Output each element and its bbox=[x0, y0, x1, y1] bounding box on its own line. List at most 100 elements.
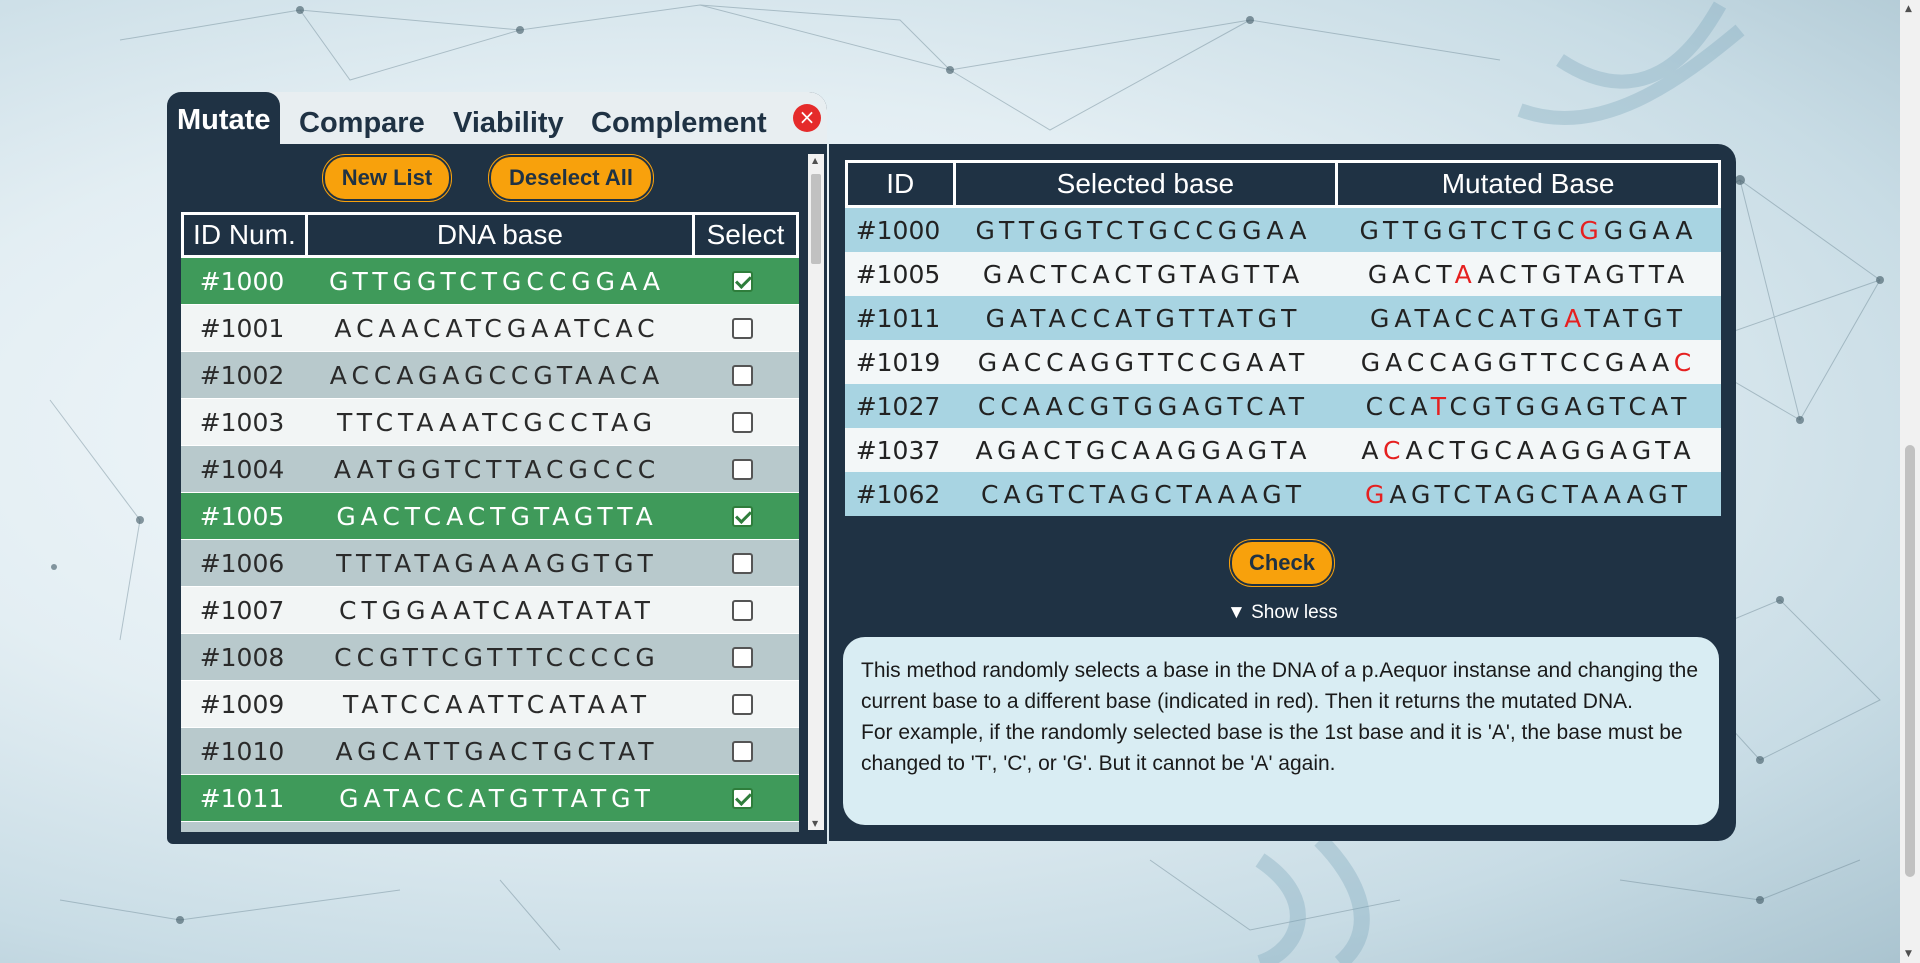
mutated-base-highlight: C bbox=[1383, 435, 1406, 465]
select-checkbox[interactable] bbox=[731, 364, 753, 386]
mutated-base-highlight: C bbox=[1673, 347, 1697, 377]
mutation-row: #1027 CCAACGTGGAGTCAT CCATCGTGGAGTCAT bbox=[845, 384, 1721, 428]
dna-list-row[interactable]: #1008 CCGTTCGTTTCCCCG bbox=[181, 634, 799, 681]
mutation-row-id: #1019 bbox=[855, 347, 941, 377]
list-scroll-down-icon[interactable]: ▼ bbox=[812, 819, 818, 828]
dna-list-row[interactable]: #1010 AGCATTGACTGCTAT bbox=[181, 728, 799, 775]
mutation-row-id: #1011 bbox=[855, 303, 941, 333]
row-dna-base: GACTCACTGTAGTTA bbox=[336, 501, 658, 531]
row-id: #1008 bbox=[199, 642, 285, 672]
dna-list-row[interactable]: #1003 TTCTAAATCGCCTAG bbox=[181, 399, 799, 446]
row-dna-base: TTTATAGAAAGGTGT bbox=[336, 548, 658, 578]
dna-list-row[interactable]: #1009 TATCCAATTCATAAT bbox=[181, 681, 799, 728]
select-checkbox[interactable] bbox=[731, 740, 753, 762]
row-select-cell bbox=[691, 552, 793, 574]
show-less-toggle[interactable]: ▼ Show less bbox=[1227, 602, 1338, 624]
column-header-id: ID Num. bbox=[184, 215, 308, 255]
mutated-base-highlight: G bbox=[1364, 479, 1390, 509]
dna-list-row[interactable]: #1007 CTGGAATCAATATAT bbox=[181, 587, 799, 634]
row-dna-base: ACAACATCGAATCAC bbox=[334, 313, 660, 343]
row-select-cell bbox=[691, 270, 793, 292]
row-select-cell bbox=[691, 505, 793, 527]
row-select-cell bbox=[691, 317, 793, 339]
mutation-row: #1011 GATACCATGTTATGT GATACCATGATATGT bbox=[845, 296, 1721, 340]
dna-list-row[interactable]: #1004 AATGGTCTTACGCCC bbox=[181, 446, 799, 493]
mutation-row-id: #1005 bbox=[855, 259, 941, 289]
row-dna-base: GATACCATGTTATGT bbox=[339, 783, 655, 813]
select-checkbox[interactable] bbox=[731, 552, 753, 574]
tab-mutate[interactable]: Mutate bbox=[167, 92, 281, 144]
mutated-base: GTTGGTCTGCGGGAA bbox=[1359, 215, 1698, 245]
dna-list-row[interactable]: #1000 GTTGGTCTGCCGGAA bbox=[181, 258, 799, 305]
row-dna-base: CTGGAATCAATATAT bbox=[339, 595, 655, 625]
select-checkbox[interactable] bbox=[731, 693, 753, 715]
dna-list-row[interactable]: #1012GACGCAGCACAATAC bbox=[181, 822, 799, 832]
tab-compare[interactable]: Compare bbox=[299, 102, 425, 144]
row-select-cell bbox=[691, 693, 793, 715]
scroll-up-icon[interactable]: ▲ bbox=[1905, 4, 1912, 14]
select-checkbox[interactable] bbox=[731, 646, 753, 668]
row-dna-base: ACCAGAGCCGTAACA bbox=[329, 360, 665, 390]
close-icon[interactable]: × bbox=[793, 104, 821, 132]
row-dna-base: GTTGGTCTGCCGGAA bbox=[329, 266, 665, 296]
mutation-row: #1062 CAGTCTAGCTAAAGT GAGTCTAGCTAAAGT bbox=[845, 472, 1721, 516]
mutated-base: CCATCGTGGAGTCAT bbox=[1365, 391, 1692, 421]
dna-list-row[interactable]: #1002 ACCAGAGCCGTAACA bbox=[181, 352, 799, 399]
select-checkbox[interactable] bbox=[731, 505, 753, 527]
page-scrollbar[interactable]: ▲ ▼ bbox=[1900, 0, 1920, 963]
select-checkbox[interactable] bbox=[731, 458, 753, 480]
select-checkbox[interactable] bbox=[731, 599, 753, 621]
select-checkbox[interactable] bbox=[731, 270, 753, 292]
mutated-base: GACTAACTGTAGTTA bbox=[1367, 259, 1690, 289]
dna-list-header: ID Num. DNA base Select bbox=[181, 212, 799, 258]
row-select-cell bbox=[691, 740, 793, 762]
mutated-base: GACCAGGTTCCGAAC bbox=[1360, 347, 1697, 377]
deselect-all-button[interactable]: Deselect All bbox=[489, 155, 653, 201]
tab-viability[interactable]: Viability bbox=[453, 102, 564, 144]
row-select-cell bbox=[691, 364, 793, 386]
mutation-row-id: #1062 bbox=[855, 479, 941, 509]
mutated-base-highlight: A bbox=[1454, 259, 1478, 289]
dna-list-body: #1000 GTTGGTCTGCCGGAA #1001 ACAACATCGAATCAC… bbox=[181, 258, 799, 832]
tab-complement[interactable]: Complement bbox=[591, 102, 767, 144]
mutation-table-header: ID Selected base Mutated Base bbox=[845, 160, 1721, 208]
row-id: #1011 bbox=[199, 783, 285, 813]
check-button[interactable]: Check bbox=[1230, 540, 1334, 586]
row-dna-base: TTCTAAATCGCCTAG bbox=[336, 407, 658, 437]
select-checkbox[interactable] bbox=[731, 787, 753, 809]
scroll-down-icon[interactable]: ▼ bbox=[1905, 949, 1912, 959]
row-id: #1000 bbox=[199, 266, 285, 296]
dna-list-row[interactable]: #1006 TTTATAGAAAGGTGT bbox=[181, 540, 799, 587]
tab-bar: Mutate Compare Viability Complement × bbox=[167, 92, 827, 144]
row-dna-base: GACGCAGCACAATAC bbox=[303, 831, 691, 833]
row-id: #1010 bbox=[199, 736, 285, 766]
mutated-base: GAGTCTAGCTAAAGT bbox=[1364, 479, 1693, 509]
list-scroll-up-icon[interactable]: ▲ bbox=[812, 156, 818, 165]
row-select-cell bbox=[691, 646, 793, 668]
row-dna-base: TATCCAATTCATAAT bbox=[343, 689, 651, 719]
description-paragraph-2: For example, if the randomly selected ba… bbox=[861, 721, 1683, 775]
list-scrollbar-thumb[interactable] bbox=[811, 174, 821, 264]
mutation-row: #1037 AGACTGCAAGGAGTA ACACTGCAAGGAGTA bbox=[845, 428, 1721, 472]
list-scrollbar[interactable]: ▲ ▼ bbox=[808, 154, 824, 830]
mutated-base: ACACTGCAAGGAGTA bbox=[1361, 435, 1696, 465]
mutation-row: #1005 GACTCACTGTAGTTA GACTAACTGTAGTTA bbox=[845, 252, 1721, 296]
dna-list-row[interactable]: #1001 ACAACATCGAATCAC bbox=[181, 305, 799, 352]
selected-base: AGACTGCAAGGAGTA bbox=[975, 435, 1312, 465]
page-scrollbar-thumb[interactable] bbox=[1905, 445, 1915, 877]
row-id: #1012 bbox=[181, 831, 303, 833]
selected-base: GACCAGGTTCCGAAT bbox=[977, 347, 1310, 377]
dna-list-row[interactable]: #1005 GACTCACTGTAGTTA bbox=[181, 493, 799, 540]
method-description: This method randomly selects a base in t… bbox=[843, 637, 1719, 825]
dna-list-row[interactable]: #1011 GATACCATGTTATGT bbox=[181, 775, 799, 822]
row-select-cell bbox=[691, 787, 793, 809]
new-list-button[interactable]: New List bbox=[323, 155, 451, 201]
mutation-table: ID Selected base Mutated Base #1000 GTTGG… bbox=[845, 160, 1721, 516]
select-checkbox[interactable] bbox=[731, 411, 753, 433]
select-checkbox[interactable] bbox=[731, 317, 753, 339]
row-dna-base: AATGGTCTTACGCCC bbox=[333, 454, 661, 484]
row-dna-base: CCGTTCGTTTCCCCG bbox=[334, 642, 660, 672]
row-dna-base: AGCATTGACTGCTAT bbox=[335, 736, 659, 766]
selected-base: CCAACGTGGAGTCAT bbox=[977, 391, 1310, 421]
row-id: #1002 bbox=[199, 360, 285, 390]
